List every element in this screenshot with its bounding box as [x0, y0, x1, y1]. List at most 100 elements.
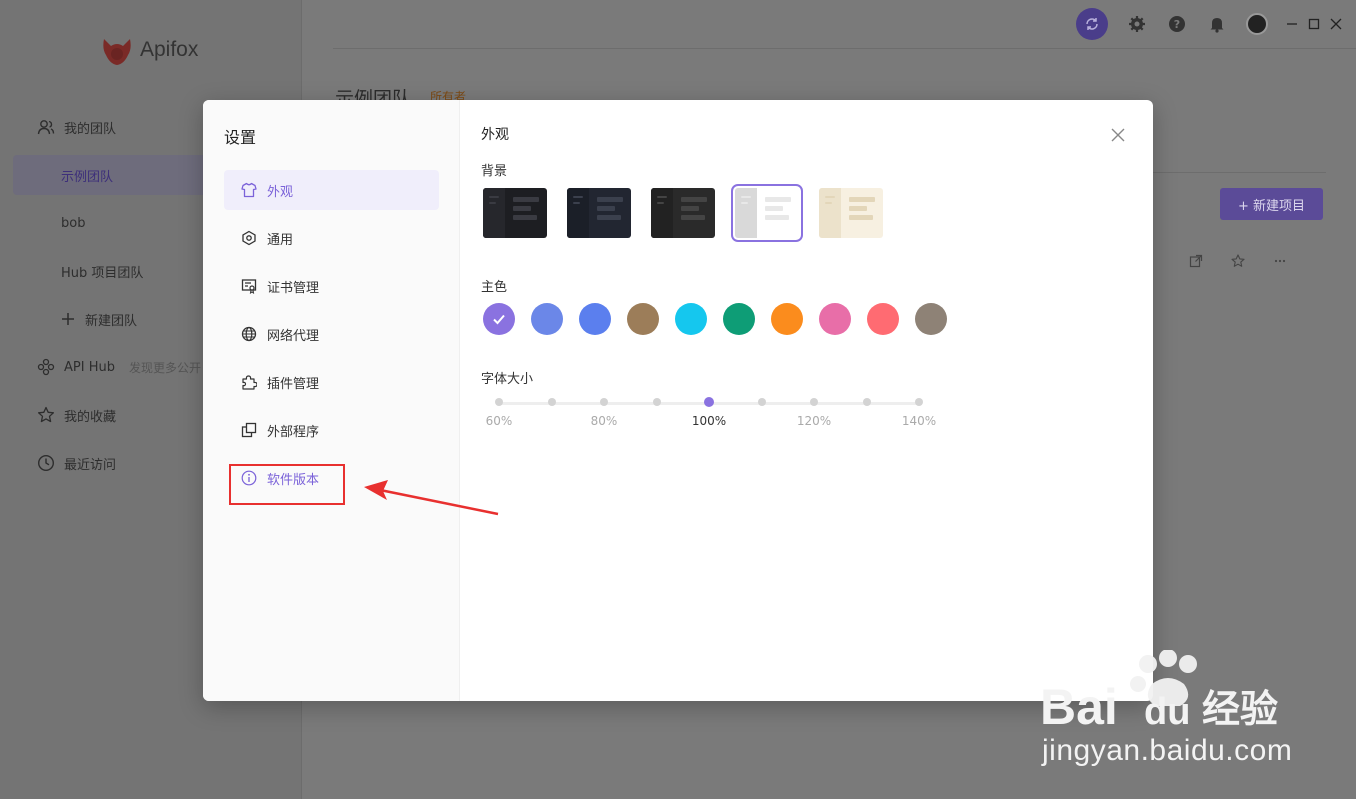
- theme-preview-line: [741, 202, 748, 204]
- clock-icon: [36, 453, 56, 473]
- font-size-tick-label: 80%: [590, 414, 618, 428]
- primary-color-swatch[interactable]: [579, 303, 611, 335]
- window-controls: [1286, 15, 1342, 34]
- theme-preview-line: [849, 215, 873, 220]
- font-size-tick[interactable]: [600, 398, 608, 406]
- settings-menu-appearance[interactable]: 外观: [224, 170, 439, 210]
- star-icon[interactable]: [1231, 254, 1245, 272]
- theme-preview-line: [597, 206, 615, 211]
- font-size-tick-label: 100%: [691, 414, 727, 428]
- bell-icon[interactable]: [1206, 13, 1228, 35]
- primary-color-label: 主色: [481, 280, 508, 295]
- theme-options: [483, 184, 883, 242]
- share-icon[interactable]: [1189, 254, 1203, 272]
- sidebar-item-label: Hub 项目团队: [61, 265, 144, 281]
- primary-color-options: [483, 303, 947, 335]
- font-size-tick[interactable]: [862, 398, 871, 406]
- font-size-tick[interactable]: [757, 398, 766, 406]
- menu-item-label: 外部程序: [267, 424, 320, 440]
- font-size-tick[interactable]: [547, 398, 556, 406]
- theme-option-dark-3[interactable]: [651, 188, 715, 238]
- shirt-icon: [240, 181, 258, 199]
- plus-icon: [61, 309, 75, 329]
- settings-menu-plugins[interactable]: 插件管理: [224, 362, 439, 402]
- primary-color-swatch[interactable]: [819, 303, 851, 335]
- settings-dialog: 设置 外观 通用 证书管理 网络代理 插件管理 外部程序 软件版本 外观 背景 …: [203, 100, 1153, 701]
- primary-color-swatch[interactable]: [771, 303, 803, 335]
- sync-icon[interactable]: [1076, 8, 1108, 40]
- settings-menu-certificates[interactable]: 证书管理: [224, 266, 439, 306]
- window-close-icon[interactable]: [1330, 15, 1342, 34]
- theme-option-dark-2[interactable]: [567, 188, 631, 238]
- primary-color-swatch[interactable]: [867, 303, 899, 335]
- menu-item-label: 通用: [267, 232, 294, 248]
- font-size-tick-label: 120%: [796, 414, 832, 428]
- theme-preview-line: [765, 206, 783, 211]
- team-icon: [36, 117, 56, 137]
- top-divider: [333, 48, 1356, 49]
- sidebar-item-label: 新建团队: [85, 313, 138, 329]
- theme-preview-line: [849, 206, 867, 211]
- theme-preview-line: [513, 197, 539, 202]
- project-row-actions: [1189, 254, 1287, 272]
- star-icon: [36, 405, 56, 425]
- font-size-tick[interactable]: [915, 398, 923, 406]
- menu-item-label: 外观: [267, 184, 294, 200]
- annotation-arrow-icon: [364, 480, 499, 516]
- theme-preview-line: [657, 196, 667, 198]
- puzzle-icon: [240, 373, 258, 391]
- primary-color-swatch[interactable]: [723, 303, 755, 335]
- sidebar-item-label: bob: [61, 215, 86, 231]
- font-size-tick-label: 60%: [485, 414, 513, 428]
- certificate-icon: [240, 277, 258, 295]
- svg-text:经验: 经验: [1202, 687, 1278, 731]
- sidebar-item-label: API Hub: [64, 359, 115, 375]
- theme-preview-line: [741, 196, 751, 198]
- primary-color-swatch[interactable]: [531, 303, 563, 335]
- primary-color-swatch[interactable]: [483, 303, 515, 335]
- primary-color-swatch[interactable]: [675, 303, 707, 335]
- close-icon[interactable]: [1109, 128, 1127, 146]
- theme-option-light[interactable]: [731, 184, 803, 242]
- gear-icon[interactable]: [1126, 13, 1148, 35]
- settings-menu-proxy[interactable]: 网络代理: [224, 314, 439, 354]
- svg-text:?: ?: [1174, 18, 1180, 31]
- background-label: 背景: [481, 164, 508, 179]
- menu-item-label: 网络代理: [267, 328, 320, 344]
- font-size-slider-handle[interactable]: [704, 397, 714, 407]
- theme-preview-line: [597, 215, 621, 220]
- annotation-highlight-box: [229, 464, 345, 505]
- font-size-tick[interactable]: [652, 398, 661, 406]
- settings-menu-general[interactable]: 通用: [224, 218, 439, 258]
- menu-item-label: 证书管理: [267, 280, 320, 296]
- avatar[interactable]: [1246, 13, 1268, 35]
- font-size-tick-label: 140%: [901, 414, 937, 428]
- help-icon[interactable]: ?: [1166, 13, 1188, 35]
- settings-title: 设置: [224, 128, 257, 147]
- external-program-icon: [240, 421, 258, 439]
- api-hub-hint: 发现更多公开: [128, 360, 201, 375]
- new-project-button[interactable]: + 新建项目: [1220, 188, 1323, 220]
- globe-icon: [240, 325, 258, 343]
- theme-option-dark-1[interactable]: [483, 188, 547, 238]
- primary-color-swatch[interactable]: [627, 303, 659, 335]
- topbar: ?: [1076, 8, 1342, 40]
- font-size-label: 字体大小: [481, 372, 534, 387]
- font-size-tick[interactable]: [495, 398, 503, 406]
- primary-color-swatch[interactable]: [915, 303, 947, 335]
- settings-menu-external-programs[interactable]: 外部程序: [224, 410, 439, 450]
- theme-preview-line: [681, 206, 699, 211]
- api-hub-icon: [36, 357, 56, 377]
- menu-item-label: 插件管理: [267, 376, 320, 392]
- theme-preview-line: [597, 197, 623, 202]
- font-size-tick[interactable]: [810, 398, 818, 406]
- theme-preview-line: [681, 197, 707, 202]
- theme-preview-line: [513, 215, 537, 220]
- appearance-title: 外观: [481, 127, 509, 143]
- more-icon[interactable]: [1273, 254, 1287, 272]
- svg-text:du: du: [1144, 691, 1190, 733]
- minimize-icon[interactable]: [1286, 15, 1298, 34]
- theme-option-sepia[interactable]: [819, 188, 883, 238]
- maximize-icon[interactable]: [1308, 15, 1320, 34]
- theme-preview-line: [573, 196, 583, 198]
